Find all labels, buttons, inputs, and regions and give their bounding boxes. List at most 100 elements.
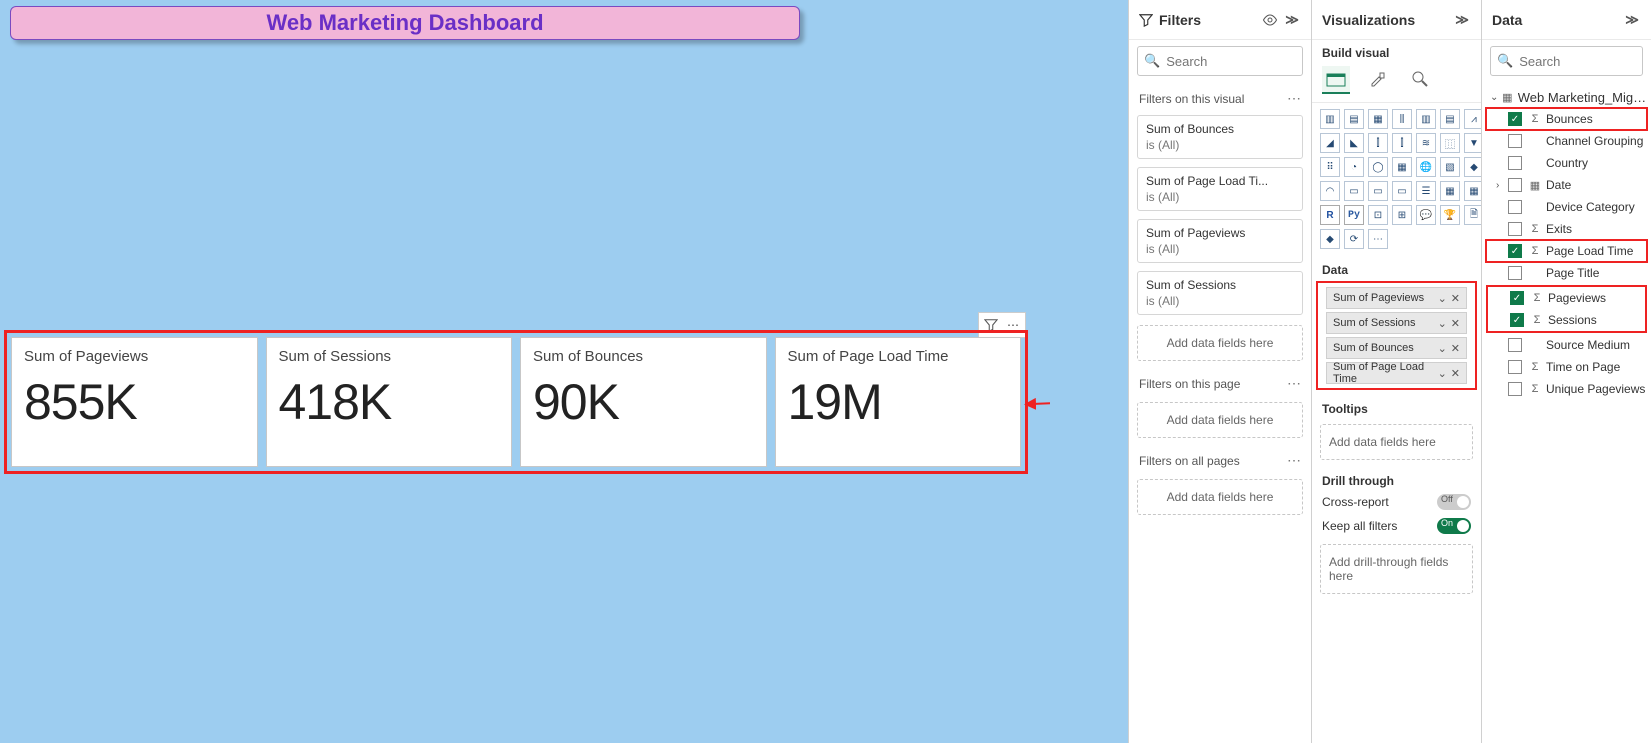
gauge-icon[interactable]: ◠ (1320, 181, 1340, 201)
ribbon-icon[interactable]: ≋ (1416, 133, 1436, 153)
slicer-icon[interactable]: ☰ (1416, 181, 1436, 201)
pie-icon[interactable]: ◔ (1344, 157, 1364, 177)
field-checkbox[interactable] (1508, 134, 1522, 148)
field-row[interactable]: ΣTime on Page (1486, 356, 1647, 378)
field-checkbox[interactable]: ✓ (1508, 244, 1522, 258)
stacked-bar-icon[interactable]: ▥ (1320, 109, 1340, 129)
line-col2-icon[interactable]: ⫿ (1392, 133, 1412, 153)
chevron-right-icon[interactable]: › (1496, 180, 1508, 191)
cross-report-toggle[interactable]: Off (1437, 494, 1471, 510)
field-pill[interactable]: Sum of Bounces ⌄ ✕ (1326, 337, 1467, 359)
analytics-tab[interactable] (1406, 66, 1434, 94)
map-icon[interactable]: 🌐 (1416, 157, 1436, 177)
remove-icon[interactable]: ✕ (1451, 367, 1460, 380)
build-visual-tab[interactable] (1322, 66, 1350, 94)
stacked-area-icon[interactable]: ◣ (1344, 133, 1364, 153)
field-row[interactable]: Device Category (1486, 196, 1647, 218)
qa-icon[interactable]: 💬 (1416, 205, 1436, 225)
field-checkbox[interactable]: ✓ (1508, 112, 1522, 126)
filter-card[interactable]: Sum of Pageviews is (All) (1137, 219, 1303, 263)
eye-icon[interactable] (1261, 11, 1279, 29)
keep-filters-toggle[interactable]: On (1437, 518, 1471, 534)
field-checkbox[interactable] (1508, 338, 1522, 352)
narrative-icon[interactable]: 🏆 (1440, 205, 1460, 225)
automate-icon[interactable]: ⟳ (1344, 229, 1364, 249)
field-pill[interactable]: Sum of Pageviews ⌄ ✕ (1326, 287, 1467, 309)
field-checkbox[interactable] (1508, 200, 1522, 214)
area-icon[interactable]: ◢ (1320, 133, 1340, 153)
collapse-icon[interactable]: ≫ (1283, 11, 1301, 29)
multi-card-icon[interactable]: ▭ (1368, 181, 1388, 201)
field-pill[interactable]: Sum of Sessions ⌄ ✕ (1326, 312, 1467, 334)
field-row[interactable]: Country (1486, 152, 1647, 174)
field-row[interactable]: Channel Grouping (1486, 130, 1647, 152)
field-checkbox[interactable] (1508, 178, 1522, 192)
more-icon[interactable]: ⋯ (1287, 90, 1301, 107)
field-row[interactable]: ›▦Date (1486, 174, 1647, 196)
chevron-down-icon[interactable]: ⌄ (1438, 367, 1447, 380)
field-checkbox[interactable] (1508, 266, 1522, 280)
waterfall-icon[interactable]: ⿲ (1440, 133, 1460, 153)
field-row[interactable]: Source Medium (1486, 334, 1647, 356)
field-pill[interactable]: Sum of Page Load Time ⌄ ✕ (1326, 362, 1467, 384)
more-icon[interactable]: ⋯ (1287, 452, 1301, 469)
field-row[interactable]: ΣExits (1486, 218, 1647, 240)
remove-icon[interactable]: ✕ (1451, 342, 1460, 355)
kpi-icon[interactable]: ▭ (1392, 181, 1412, 201)
chevron-down-icon[interactable]: ⌄ (1490, 92, 1501, 103)
r-visual-icon[interactable]: R (1320, 205, 1340, 225)
powerapps-icon[interactable]: ◆ (1320, 229, 1340, 249)
chevron-down-icon[interactable]: ⌄ (1438, 342, 1447, 355)
data-search-input[interactable] (1519, 54, 1651, 69)
drill-through-well[interactable]: Add drill-through fields here (1320, 544, 1473, 594)
field-row[interactable]: ✓ΣPageviews (1488, 287, 1645, 309)
key-influencers-icon[interactable]: ⊡ (1368, 205, 1388, 225)
remove-icon[interactable]: ✕ (1451, 292, 1460, 305)
filters-page-well[interactable]: Add data fields here (1137, 402, 1303, 438)
field-checkbox[interactable]: ✓ (1510, 313, 1524, 327)
filters-visual-well[interactable]: Add data fields here (1137, 325, 1303, 361)
chevron-down-icon[interactable]: ⌄ (1438, 317, 1447, 330)
line-col-icon[interactable]: ⫿ (1368, 133, 1388, 153)
remove-icon[interactable]: ✕ (1451, 317, 1460, 330)
filters-search[interactable]: 🔍 (1137, 46, 1303, 76)
field-row[interactable]: ΣUnique Pageviews (1486, 378, 1647, 400)
filters-all-well[interactable]: Add data fields here (1137, 479, 1303, 515)
field-row[interactable]: ✓ΣPage Load Time (1486, 240, 1647, 262)
python-visual-icon[interactable]: Py (1344, 205, 1364, 225)
clustered-bar-icon[interactable]: ▦ (1368, 109, 1388, 129)
stacked-column-icon[interactable]: ▤ (1344, 109, 1364, 129)
table-icon[interactable]: ▦ (1440, 181, 1460, 201)
scatter-icon[interactable]: ⠿ (1320, 157, 1340, 177)
hundred-bar-icon[interactable]: ▥ (1416, 109, 1436, 129)
hundred-column-icon[interactable]: ▤ (1440, 109, 1460, 129)
clustered-column-icon[interactable]: ⫼ (1392, 109, 1412, 129)
field-checkbox[interactable]: ✓ (1510, 291, 1524, 305)
field-checkbox[interactable] (1508, 156, 1522, 170)
field-checkbox[interactable] (1508, 222, 1522, 236)
multi-card-visual[interactable]: Sum of Pageviews 855K Sum of Sessions 41… (4, 330, 1028, 474)
chevron-down-icon[interactable]: ⌄ (1438, 292, 1447, 305)
donut-icon[interactable]: ◯ (1368, 157, 1388, 177)
report-canvas[interactable]: Web Marketing Dashboard ⋯ Sum of Pagevie… (0, 0, 1128, 743)
collapse-icon[interactable]: ≫ (1623, 11, 1641, 29)
treemap-icon[interactable]: ▦ (1392, 157, 1412, 177)
tooltips-well[interactable]: Add data fields here (1320, 424, 1473, 460)
field-checkbox[interactable] (1508, 382, 1522, 396)
field-row[interactable]: ✓ΣSessions (1488, 309, 1645, 331)
filter-card[interactable]: Sum of Sessions is (All) (1137, 271, 1303, 315)
card-icon[interactable]: ▭ (1344, 181, 1364, 201)
table-node[interactable]: ⌄ ▦ Web Marketing_Migrat... (1486, 86, 1647, 108)
field-row[interactable]: Page Title (1486, 262, 1647, 284)
field-checkbox[interactable] (1508, 360, 1522, 374)
filter-card[interactable]: Sum of Bounces is (All) (1137, 115, 1303, 159)
more-icon[interactable]: ⋯ (1287, 375, 1301, 392)
collapse-icon[interactable]: ≫ (1453, 11, 1471, 29)
decomp-tree-icon[interactable]: ⊞ (1392, 205, 1412, 225)
data-search[interactable]: 🔍 (1490, 46, 1643, 76)
format-visual-tab[interactable] (1364, 66, 1392, 94)
filled-map-icon[interactable]: ▧ (1440, 157, 1460, 177)
field-row[interactable]: ✓ΣBounces (1486, 108, 1647, 130)
get-visuals-icon[interactable]: ⋯ (1368, 229, 1388, 249)
filter-card[interactable]: Sum of Page Load Ti... is (All) (1137, 167, 1303, 211)
